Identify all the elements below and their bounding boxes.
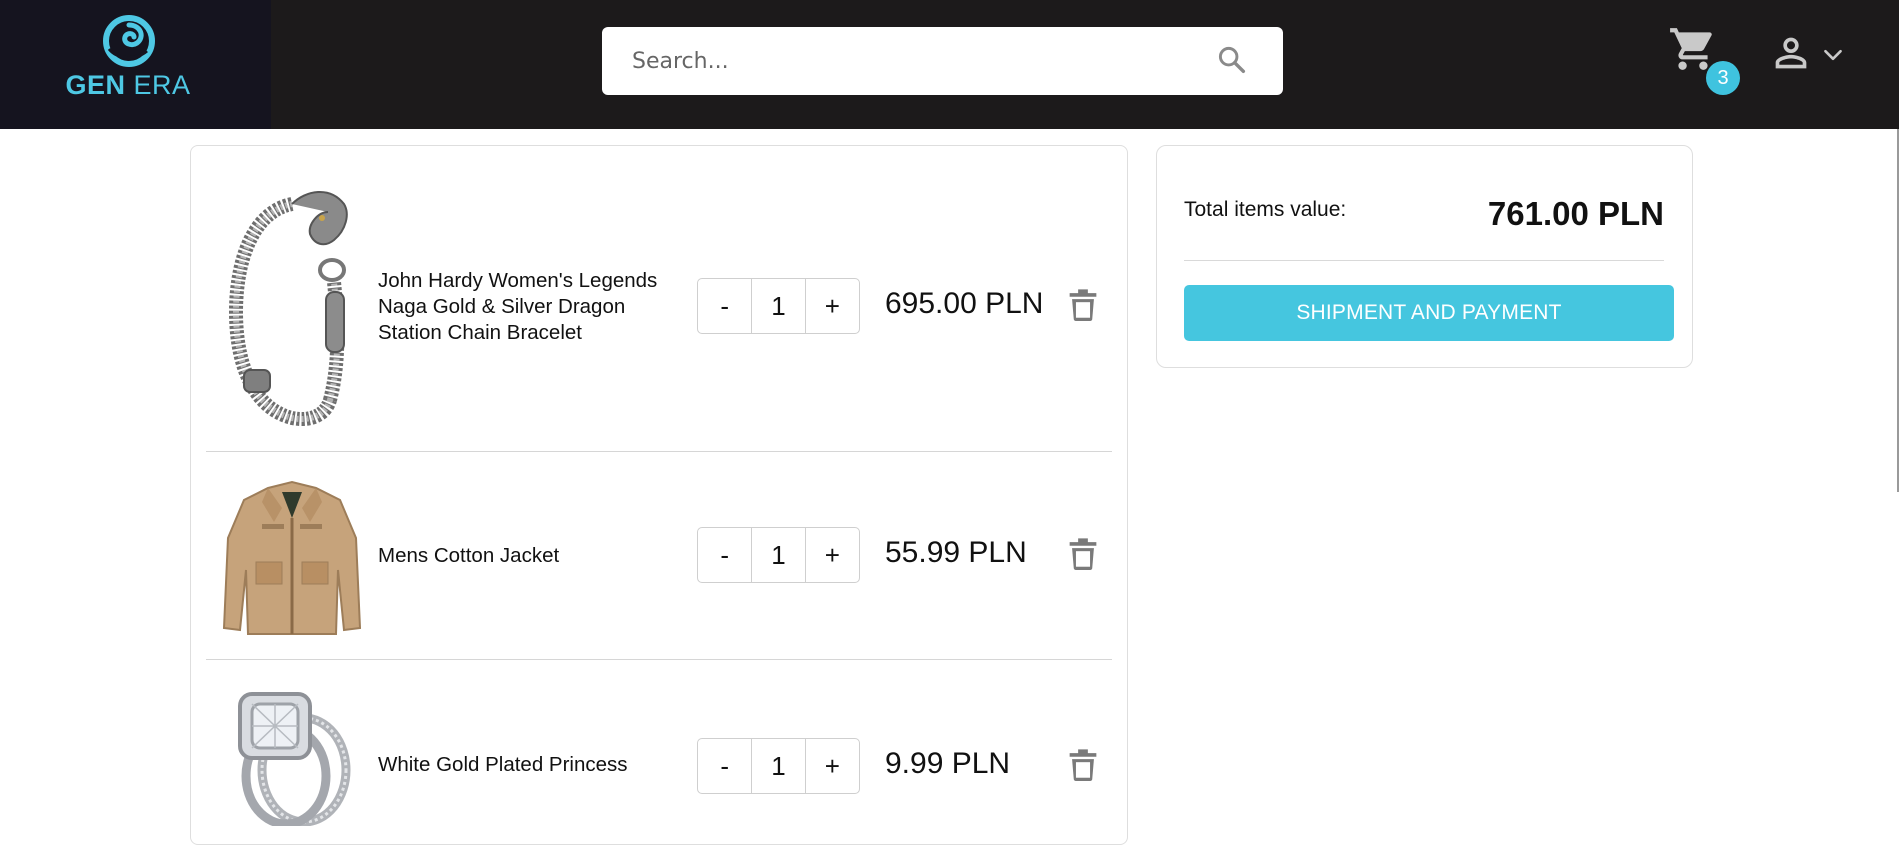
logo-text: GEN ERA xyxy=(65,70,191,100)
cart-count-badge: 3 xyxy=(1706,61,1740,95)
quantity-value[interactable]: 1 xyxy=(751,528,806,582)
decrease-quantity-button[interactable]: - xyxy=(698,528,751,582)
logo[interactable]: GEN ERA xyxy=(0,0,271,129)
product-image-ring xyxy=(238,692,351,826)
trash-icon[interactable] xyxy=(1068,536,1098,570)
search-icon[interactable] xyxy=(1216,44,1248,76)
product-name[interactable]: John Hardy Women's Legends Naga Gold & S… xyxy=(378,268,688,346)
item-price: 9.99 PLN xyxy=(885,747,1011,780)
item-price: 695.00 PLN xyxy=(885,287,1044,320)
total-items-value: 761.00 PLN xyxy=(1487,195,1664,232)
product-image-bracelet xyxy=(228,190,348,426)
cart-item: John Hardy Women's Legends Naga Gold & S… xyxy=(206,170,1112,450)
cart-item: White Gold Plated Princess - 1 + 9.99 PL… xyxy=(206,660,1112,826)
increase-quantity-button[interactable]: + xyxy=(806,279,859,333)
search-input[interactable] xyxy=(602,27,1202,95)
search-bar xyxy=(602,27,1283,95)
quantity-stepper: - 1 + xyxy=(697,278,860,334)
decrease-quantity-button[interactable]: - xyxy=(698,739,751,793)
user-icon xyxy=(1775,37,1807,69)
quantity-stepper: - 1 + xyxy=(697,527,860,583)
summary-divider xyxy=(1184,260,1664,261)
product-name[interactable]: Mens Cotton Jacket xyxy=(378,543,688,569)
chevron-down-icon xyxy=(1824,49,1842,61)
product-image-jacket xyxy=(222,480,362,635)
trash-icon[interactable] xyxy=(1068,287,1098,321)
total-items-label: Total items value: xyxy=(1184,198,1347,221)
shipment-and-payment-button[interactable]: SHIPMENT AND PAYMENT xyxy=(1184,285,1674,341)
cart-item: Mens Cotton Jacket - 1 + 55.99 PLN xyxy=(206,452,1112,658)
increase-quantity-button[interactable]: + xyxy=(806,528,859,582)
increase-quantity-button[interactable]: + xyxy=(806,739,859,793)
logo-swirl-icon xyxy=(103,15,155,67)
item-price: 55.99 PLN xyxy=(885,536,1027,569)
quantity-value[interactable]: 1 xyxy=(751,739,806,793)
user-menu-button[interactable] xyxy=(1768,30,1848,74)
trash-icon[interactable] xyxy=(1068,747,1098,781)
decrease-quantity-button[interactable]: - xyxy=(698,279,751,333)
quantity-value[interactable]: 1 xyxy=(751,279,806,333)
quantity-stepper: - 1 + xyxy=(697,738,860,794)
top-navbar: GEN ERA 3 xyxy=(0,0,1899,129)
cart-button[interactable]: 3 xyxy=(1668,24,1742,96)
product-name[interactable]: White Gold Plated Princess xyxy=(378,752,688,778)
